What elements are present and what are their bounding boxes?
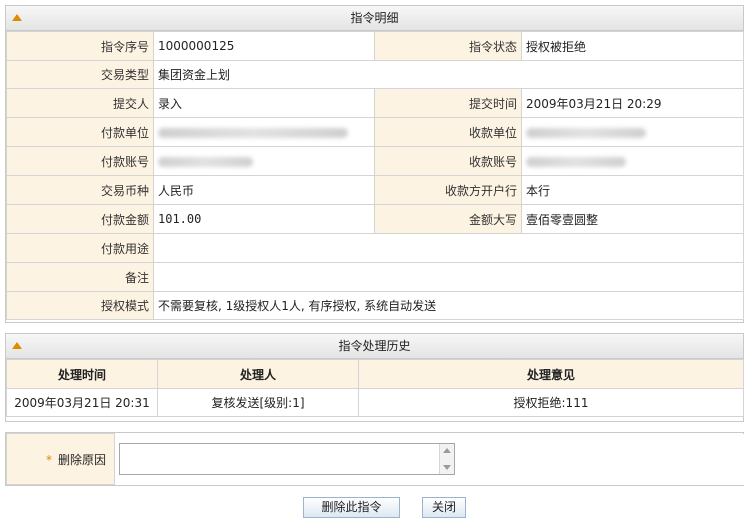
amount-value: 101.00 [153,204,375,234]
status-label: 指令状态 [374,31,522,61]
status-value: 授权被拒绝 [521,31,744,61]
history-col-time: 处理时间 [6,359,158,389]
delete-instruction-button[interactable]: 删除此指令 [303,497,400,518]
payee-account-redacted [521,146,744,176]
payee-value-redacted [521,117,744,147]
amount-upper-label: 金额大写 [374,204,522,234]
payer-account-redacted [153,146,375,176]
submit-time-value: 2009年03月21日 20:29 [521,88,744,118]
history-time-cell: 2009年03月21日 20:31 [6,388,158,417]
type-label: 交易类型 [6,60,154,89]
delete-reason-label-cell: * 删除原因 [6,433,115,485]
payee-bank-value: 本行 [521,175,744,205]
close-button[interactable]: 关闭 [422,497,466,518]
history-handler-cell: 复核发送[级别:1] [157,388,359,417]
history-col-handler: 处理人 [157,359,359,389]
amount-upper-value: 壹佰零壹圆整 [521,204,744,234]
history-opinion-cell: 授权拒绝:111 [358,388,744,417]
redacted-text [158,156,253,167]
redacted-text [158,127,348,138]
seq-value: 1000000125 [153,31,375,61]
seq-label: 指令序号 [6,31,154,61]
payer-label: 付款单位 [6,117,154,147]
delete-reason-label: 删除原因 [57,452,106,467]
remark-label: 备注 [6,262,154,292]
textarea-scrollbar[interactable] [439,444,454,474]
history-col-opinion: 处理意见 [358,359,744,389]
auth-mode-value: 不需要复核, 1级授权人1人, 有序授权, 系统自动发送 [153,291,744,320]
processing-history-panel: 指令处理历史 处理时间 处理人 处理意见 2009年03月21日 20:31 复… [5,333,744,422]
payer-value-redacted [153,117,375,147]
payee-label: 收款单位 [374,117,522,147]
remark-value [153,262,744,292]
submitter-value: 录入 [153,88,375,118]
scroll-up-arrow-icon[interactable] [443,448,451,453]
payee-account-label: 收款账号 [374,146,522,176]
processing-history-header[interactable]: 指令处理历史 [6,334,743,359]
auth-mode-label: 授权模式 [6,291,154,320]
submitter-label: 提交人 [6,88,154,118]
delete-reason-table: * 删除原因 [6,433,744,485]
payee-bank-label: 收款方开户行 [374,175,522,205]
redacted-text [526,156,626,167]
instruction-detail-panel: 指令明细 指令序号 1000000125 指令状态 授权被拒绝 交易类型 集团资… [5,5,744,323]
collapse-triangle-icon[interactable] [12,14,22,21]
instruction-detail-header[interactable]: 指令明细 [6,6,743,31]
scroll-down-arrow-icon[interactable] [443,465,451,470]
collapse-triangle-icon[interactable] [12,342,22,349]
purpose-value [153,233,744,263]
history-table: 处理时间 处理人 处理意见 2009年03月21日 20:31 复核发送[级别:… [6,359,744,417]
delete-reason-input-cell [114,433,744,485]
processing-history-title: 指令处理历史 [338,339,411,353]
currency-value: 人民币 [153,175,375,205]
delete-reason-panel: * 删除原因 [5,432,744,486]
type-value: 集团资金上划 [153,60,744,89]
amount-label: 付款金额 [6,204,154,234]
submit-time-label: 提交时间 [374,88,522,118]
required-star: * [45,452,52,467]
delete-reason-textarea[interactable] [119,443,455,475]
payer-account-label: 付款账号 [6,146,154,176]
instruction-detail-title: 指令明细 [350,11,399,25]
currency-label: 交易币种 [6,175,154,205]
table-row: 2009年03月21日 20:31 复核发送[级别:1] 授权拒绝:111 [6,388,744,417]
instruction-detail-table: 指令序号 1000000125 指令状态 授权被拒绝 交易类型 集团资金上划 提… [6,31,744,320]
purpose-label: 付款用途 [6,233,154,263]
redacted-text [526,127,646,138]
